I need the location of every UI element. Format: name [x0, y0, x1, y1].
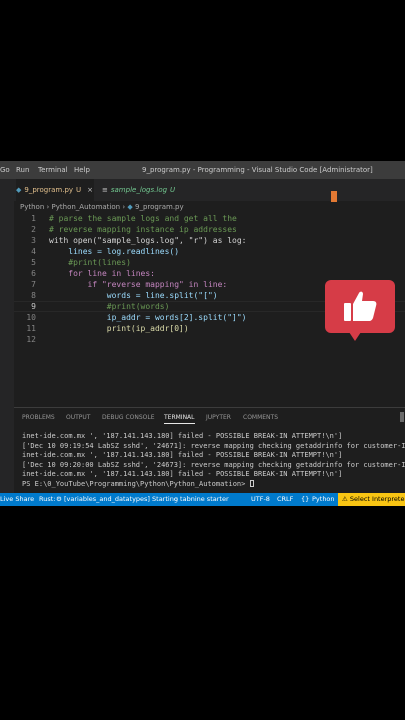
tab-output[interactable]: OUTPUT: [66, 414, 90, 421]
menu-go[interactable]: Go: [0, 166, 10, 174]
code-text: # parse the sample logs and get all the: [49, 214, 237, 223]
close-tab-icon[interactable]: ×: [87, 186, 93, 194]
language-mode[interactable]: Python: [312, 493, 335, 506]
terminal-line: ['Dec 10 09:19:54 LabSZ sshd', '24671]: …: [22, 441, 405, 450]
line-number: 8: [31, 291, 36, 300]
tab-jupyter[interactable]: JUPYTER: [206, 414, 231, 421]
tab-sample-logs[interactable]: ≡ sample_logs.log U: [102, 179, 175, 201]
tab-label: 9_program.py: [24, 186, 74, 194]
terminal-line: inet-ide.com.mx ', '187.141.143.180] fai…: [22, 432, 343, 440]
thumbs-up-icon: [344, 291, 377, 321]
window-title: 9_program.py - Programming - Visual Stud…: [142, 166, 373, 174]
line-number: 10: [26, 313, 36, 322]
terminal-line: ['Dec 10 09:20:00 LabSZ sshd', '24673]: …: [22, 460, 405, 469]
code-text: ip_addr = words[2].split("]"): [49, 313, 247, 322]
like-button[interactable]: [325, 280, 395, 333]
terminal-line: inet-ide.com.mx ', '187.141.143.180] fai…: [22, 470, 343, 478]
terminal-prompt-line: PS E:\0_YouTube\Programming\Python\Pytho…: [22, 480, 405, 490]
interpreter-label: Select Interpreter: [349, 495, 405, 503]
python-file-icon: ◆: [127, 203, 133, 211]
terminal-prompt: PS E:\0_YouTube\Programming\Python\Pytho…: [22, 479, 250, 488]
like-button-tail: [349, 332, 361, 341]
panel-scrollbar[interactable]: [400, 412, 404, 422]
rust-status[interactable]: [variables_and_datatypes] Starting: [64, 493, 178, 506]
warning-icon: ⚠: [342, 495, 350, 503]
tab-9-program[interactable]: ◆ 9_program.py U ×: [16, 179, 94, 201]
code-line: 5 #print(lines): [14, 257, 405, 268]
line-number: 2: [31, 225, 36, 234]
rust-label[interactable]: Rust:: [39, 493, 55, 506]
code-text: for line in lines:: [49, 269, 155, 278]
line-number: 3: [31, 236, 36, 245]
live-share-button[interactable]: Live Share: [0, 493, 34, 506]
panel-tabs: PROBLEMS OUTPUT DEBUG CONSOLE TERMINAL J…: [14, 408, 405, 426]
line-number: 9: [31, 302, 36, 311]
code-line: 6 for line in lines:: [14, 268, 405, 279]
untracked-mark: U: [76, 186, 82, 194]
breadcrumb: Python › Python_Automation › ◆ 9_program…: [20, 201, 184, 213]
tab-debug-console[interactable]: DEBUG CONSOLE: [102, 414, 155, 421]
code-line: 12: [14, 334, 405, 345]
code-line: 1 # parse the sample logs and get all the: [14, 213, 405, 224]
code-text: #print(lines): [49, 258, 131, 267]
line-number: 5: [31, 258, 36, 267]
breadcrumb-item[interactable]: 9_program.py: [135, 203, 184, 211]
code-text: print(ip_addr[0]): [49, 324, 189, 333]
code-text: lines = log.readlines(): [49, 247, 180, 256]
breadcrumb-separator: ›: [46, 203, 50, 211]
terminal-line: inet-ide.com.mx ', '187.141.143.180] fai…: [22, 451, 343, 459]
code-text: with open("sample_logs.log", "r") as log…: [49, 236, 247, 245]
activity-bar: [0, 179, 14, 493]
line-number: 1: [31, 214, 36, 223]
code-line: 3 with open("sample_logs.log", "r") as lo…: [14, 235, 405, 246]
gear-icon: ⚙: [56, 495, 62, 503]
code-text: if "reverse mapping" in line:: [49, 280, 228, 289]
vscode-window: Go Run Terminal Help 9_program.py - Prog…: [0, 161, 405, 506]
editor-tab-bar: ◆ 9_program.py U × ≡ sample_logs.log U: [0, 179, 405, 201]
line-number: 12: [26, 335, 36, 344]
encoding-indicator[interactable]: UTF-8: [251, 493, 270, 506]
bottom-panel: PROBLEMS OUTPUT DEBUG CONSOLE TERMINAL J…: [14, 407, 405, 494]
tab-problems[interactable]: PROBLEMS: [22, 414, 55, 421]
breadcrumb-item[interactable]: Python_Automation: [52, 203, 121, 211]
code-line: 2 # reverse mapping instance ip addresses: [14, 224, 405, 235]
python-file-icon: ◆: [16, 186, 22, 194]
tab-label: sample_logs.log: [110, 186, 168, 194]
eol-indicator[interactable]: CRLF: [277, 493, 293, 506]
line-number: 4: [31, 247, 36, 256]
tab-comments[interactable]: COMMENTS: [243, 414, 278, 421]
breadcrumb-separator: ›: [122, 203, 126, 211]
code-line: 4 lines = log.readlines(): [14, 246, 405, 257]
log-file-icon: ≡: [102, 186, 108, 194]
menu-help[interactable]: Help: [74, 166, 90, 174]
menu-terminal[interactable]: Terminal: [38, 166, 68, 174]
terminal-output[interactable]: inet-ide.com.mx ', '187.141.143.180] fai…: [22, 432, 405, 489]
line-number: 11: [26, 324, 36, 333]
line-number: 6: [31, 269, 36, 278]
menu-run[interactable]: Run: [16, 166, 29, 174]
code-text: words = line.split("["): [49, 291, 218, 300]
tabnine-status[interactable]: o tabnine starter: [174, 493, 229, 506]
code-text: # reverse mapping instance ip addresses: [49, 225, 237, 234]
braces-icon: {}: [301, 495, 310, 503]
minimap-marker: [331, 191, 337, 202]
select-interpreter-button[interactable]: ⚠ Select Interpreter: [338, 493, 405, 506]
title-bar: Go Run Terminal Help 9_program.py - Prog…: [0, 161, 405, 179]
code-text: #print(words): [49, 302, 170, 311]
untracked-mark: U: [170, 186, 176, 194]
line-number: 7: [31, 280, 36, 289]
status-bar: Live Share Rust: ⚙ [variables_and_dataty…: [0, 493, 405, 506]
breadcrumb-item[interactable]: Python: [20, 203, 44, 211]
terminal-cursor: [249, 480, 254, 487]
tab-terminal[interactable]: TERMINAL: [164, 414, 195, 424]
